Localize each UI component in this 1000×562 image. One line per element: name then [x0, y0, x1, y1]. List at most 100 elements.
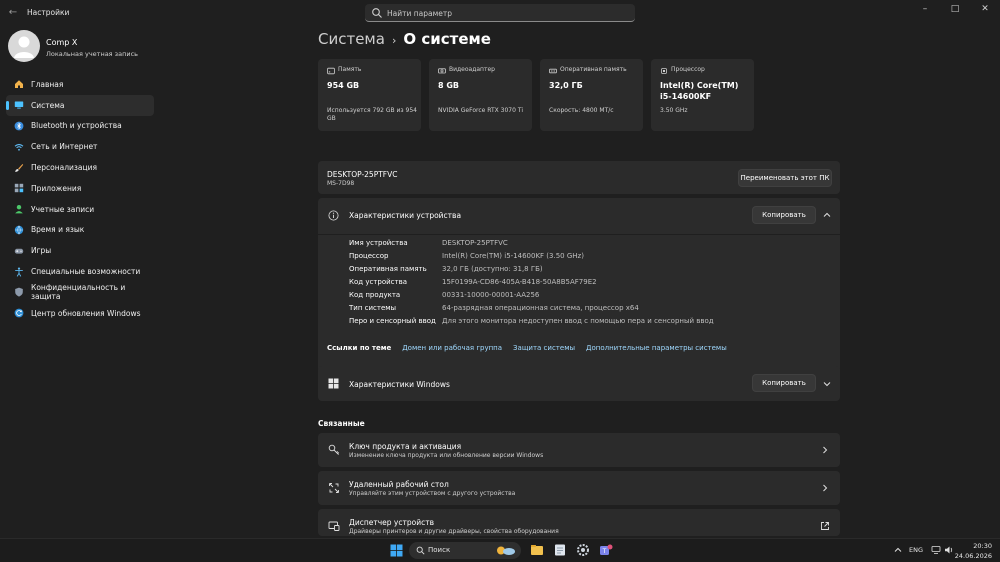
taskbar-search[interactable]: Поиск — [409, 542, 521, 559]
app-title: Настройки — [27, 8, 70, 17]
settings-gear-icon[interactable] — [576, 543, 590, 557]
related-item-subtitle: Драйверы принтеров и другие драйверы, св… — [349, 528, 559, 535]
device-specs-header[interactable]: Характеристики устройства Копировать — [318, 198, 840, 232]
device-specs-title: Характеристики устройства — [349, 211, 462, 220]
sidebar-item-bluetooth[interactable]: Bluetooth и устройства — [6, 116, 154, 137]
card-label: Память — [338, 66, 362, 73]
sidebar-item-label: Персонализация — [31, 163, 97, 173]
rename-pc-button[interactable]: Переименовать этот ПК — [738, 169, 832, 187]
divider — [318, 234, 840, 235]
widget-weather-icon — [497, 546, 515, 555]
link-advanced-system-settings[interactable]: Дополнительные параметры системы — [586, 344, 727, 352]
card-gpu[interactable]: Видеоадаптер 8 GB NVIDIA GeForce RTX 307… — [429, 59, 532, 131]
language-indicator[interactable]: ENG — [909, 546, 923, 554]
breadcrumb-parent[interactable]: Система — [318, 30, 385, 48]
related-item-title: Ключ продукта и активация — [349, 442, 462, 451]
sidebar-item-accounts[interactable]: Учетные записи — [6, 199, 154, 220]
maximize-button[interactable]: □ — [940, 0, 970, 18]
device-model: MS-7D98 — [327, 180, 355, 187]
sidebar-item-apps[interactable]: Приложения — [6, 178, 154, 199]
sidebar-item-label: Сеть и Интернет — [31, 142, 98, 152]
windows-logo-icon — [328, 378, 339, 389]
spec-row: Тип системы 64-разрядная операционная сис… — [349, 304, 829, 317]
start-button-icon[interactable] — [390, 544, 403, 557]
spec-value: 00331-10000-00001-AA256 — [442, 291, 540, 299]
clock-time[interactable]: 20:30 — [960, 542, 992, 550]
key-icon — [328, 444, 340, 455]
sidebar-item-network[interactable]: Сеть и Интернет — [6, 136, 154, 157]
sidebar-nav: Главная Система Bluetooth и устройства С… — [6, 74, 154, 324]
settings-search[interactable] — [365, 4, 635, 22]
shield-icon — [15, 287, 23, 297]
user-profile[interactable]: Comp X Локальная учетная запись — [8, 30, 158, 66]
notepad-icon[interactable] — [553, 543, 567, 557]
link-system-protection[interactable]: Защита системы — [513, 344, 575, 352]
card-value: 32,0 ГБ — [549, 81, 583, 90]
taskbar: Поиск T ENG 20:30 24.06.2026 — [0, 538, 1000, 562]
teams-icon[interactable]: T — [599, 543, 613, 557]
sidebar-item-accessibility[interactable]: Специальные возможности — [6, 261, 154, 282]
sidebar-item-personalization[interactable]: Персонализация — [6, 157, 154, 178]
chevron-up-icon[interactable] — [822, 210, 832, 220]
device-specs-list: Имя устройства DESKTOP-25PTFVC Процессор I… — [349, 239, 829, 330]
windows-specs-panel[interactable]: Характеристики Windows Копировать — [318, 366, 840, 401]
sidebar-item-gaming[interactable]: Игры — [6, 240, 154, 261]
brush-icon — [15, 163, 24, 172]
card-detail: NVIDIA GeForce RTX 3070 Ti — [438, 107, 523, 114]
spec-value: 64-разрядная операционная система, проце… — [442, 304, 639, 312]
sidebar-item-windows-update[interactable]: Центр обновления Windows — [6, 303, 154, 324]
card-cpu[interactable]: Процессор Intel(R) Core(TM) i5-14600KF 3… — [651, 59, 754, 131]
close-button[interactable]: ✕ — [970, 0, 1000, 18]
chevron-down-icon[interactable] — [822, 379, 832, 389]
sidebar-item-label: Конфиденциальность и защита — [31, 283, 126, 302]
copy-device-specs-button[interactable]: Копировать — [752, 206, 816, 224]
sidebar-item-privacy[interactable]: Конфиденциальность и защита — [6, 282, 154, 303]
related-item-title: Удаленный рабочий стол — [349, 480, 449, 489]
profile-name: Comp X — [46, 38, 78, 47]
wifi-icon — [14, 143, 24, 151]
spec-value: Для этого монитора недоступен ввод с пом… — [442, 317, 714, 325]
ram-icon — [549, 68, 557, 74]
search-input[interactable] — [387, 6, 627, 20]
copy-windows-specs-button[interactable]: Копировать — [752, 374, 816, 392]
remote-desktop-icon — [329, 483, 339, 493]
sidebar-item-label: Bluetooth и устройства — [31, 121, 122, 131]
sidebar-item-label: Специальные возможности — [31, 267, 141, 277]
spec-label: Процессор — [349, 252, 389, 260]
user-icon — [14, 36, 34, 58]
related-remote-desktop[interactable]: Удаленный рабочий стол Управляйте этим у… — [318, 471, 840, 505]
spec-label: Перо и сенсорный ввод — [349, 317, 436, 325]
sidebar-item-time-language[interactable]: Время и язык — [6, 220, 154, 241]
gpu-icon — [438, 68, 446, 74]
card-ram[interactable]: Оперативная память 32,0 ГБ Скорость: 480… — [540, 59, 643, 131]
profile-account-type: Локальная учетная запись — [46, 50, 138, 58]
sidebar-item-system[interactable]: Система — [6, 94, 154, 116]
chevron-up-icon[interactable] — [893, 545, 903, 555]
cpu-icon — [661, 68, 667, 74]
link-domain-workgroup[interactable]: Домен или рабочая группа — [402, 344, 502, 352]
card-label: Видеоадаптер — [449, 66, 495, 73]
spec-label: Имя устройства — [349, 239, 408, 247]
card-value: 954 GB — [327, 81, 360, 90]
device-manager-icon — [328, 521, 340, 531]
spec-label: Оперативная память — [349, 265, 427, 273]
related-device-manager[interactable]: Диспетчер устройств Драйверы принтеров и… — [318, 509, 840, 536]
card-label: Процессор — [671, 66, 705, 73]
spec-label: Тип системы — [349, 304, 397, 312]
sidebar-item-home[interactable]: Главная — [6, 74, 154, 95]
card-storage[interactable]: Память 954 GB Используется 792 GB из 954… — [318, 59, 421, 131]
card-detail: Скорость: 4800 МТ/с — [549, 107, 614, 114]
minimize-button[interactable]: – — [910, 0, 940, 18]
file-explorer-icon[interactable] — [530, 543, 544, 557]
sidebar-item-label: Учетные записи — [31, 204, 95, 214]
bluetooth-icon — [14, 121, 24, 131]
related-links-label: Ссылки по теме — [327, 344, 392, 352]
globe-icon — [14, 225, 24, 235]
network-icon[interactable] — [931, 545, 941, 555]
clock-date[interactable]: 24.06.2026 — [952, 552, 992, 560]
related-item-subtitle: Изменение ключа продукта или обновление … — [349, 452, 544, 459]
back-button[interactable]: ← — [6, 6, 20, 20]
related-product-key[interactable]: Ключ продукта и активация Изменение ключ… — [318, 433, 840, 467]
home-icon — [15, 80, 23, 89]
spec-row: Код продукта 00331-10000-00001-AA256 — [349, 291, 829, 304]
